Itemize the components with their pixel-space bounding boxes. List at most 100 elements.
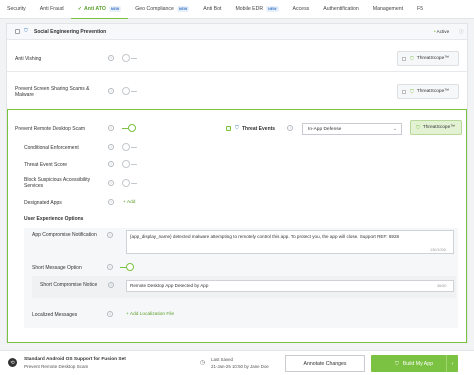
toggle-track [131, 164, 137, 165]
footer-title: Standard Android OS Support for Fusion S… [24, 357, 126, 362]
anti-vishing-label: Anti Vishing [15, 56, 42, 62]
app-compromise-text: {app_display_name} detected malware atte… [130, 234, 400, 239]
tab-security[interactable]: Security [0, 0, 33, 19]
build-my-app-button[interactable]: ⛉ Build My App › [371, 355, 458, 372]
toggle-track [131, 91, 137, 92]
app-compromise-counter: 130/1000 [430, 248, 446, 252]
short-compromise-text: Remote Desktop App Detected by App [130, 283, 209, 288]
select-value: In-App Defense [308, 126, 342, 132]
toggle-track [131, 147, 137, 148]
info-icon: i [108, 161, 114, 167]
tab-access[interactable]: Access [286, 0, 317, 19]
threatscope-checkbox[interactable] [402, 89, 406, 94]
remote-desktop-label: Prevent Remote Desktop Scam [15, 126, 86, 132]
info-icon: i [108, 88, 114, 94]
info-icon: i [108, 144, 114, 150]
shield-icon: ⛉ [416, 124, 420, 131]
shield-icon: ⛉ [235, 125, 239, 131]
info-icon: i [107, 311, 113, 317]
info-icon: i [108, 55, 114, 61]
info-icon: i [287, 125, 293, 131]
screen-sharing-label: Prevent Screen Sharing Scams & Malware [15, 86, 90, 98]
anti-vishing-threatscope-button[interactable]: ⛉ ThreatScope™ [397, 51, 459, 66]
tab-anti-bot[interactable]: Anti Bot [196, 0, 228, 19]
info-icon: i [108, 180, 114, 186]
history-icon: ◷ [200, 360, 206, 366]
info-icon: i [107, 232, 113, 238]
new-badge: NEW [108, 5, 122, 12]
section-checkbox[interactable] [15, 29, 20, 34]
conditional-enforcement-toggle[interactable] [122, 143, 130, 151]
threat-event-score-toggle[interactable] [122, 160, 130, 168]
tab-label: Geo Compliance [135, 6, 174, 12]
anti-vishing-toggle[interactable] [122, 54, 130, 62]
screen-sharing-toggle[interactable] [122, 87, 130, 95]
tab-label: Security [7, 6, 26, 12]
threatscope-label: ThreatScope™ [422, 125, 456, 130]
short-compromise-label: Short Compromise Notice [40, 282, 98, 288]
threat-events-checkbox[interactable] [226, 126, 231, 131]
shield-icon: ⛉ [410, 88, 414, 95]
block-accessibility-toggle[interactable] [122, 179, 130, 187]
tab-geo-compliance[interactable]: Geo Compliance NEW [128, 0, 196, 19]
section-title: Social Engineering Prevention [34, 29, 107, 35]
tab-label: Access [292, 6, 310, 12]
new-badge: NEW [266, 6, 279, 12]
tab-management[interactable]: Management [366, 0, 410, 19]
app-compromise-textarea[interactable]: {app_display_name} detected malware atte… [126, 230, 454, 254]
screen-sharing-threatscope-button[interactable]: ⛉ ThreatScope™ [397, 84, 459, 99]
new-badge: NEW [176, 6, 190, 12]
threatscope-checkbox[interactable] [402, 56, 406, 61]
annotate-changes-button[interactable]: Annotate Changes [285, 355, 365, 372]
remote-desktop-toggle[interactable] [128, 124, 136, 132]
status-badge: • Active [434, 29, 449, 34]
threat-events-select[interactable]: In-App Defense ⌄ [302, 123, 402, 135]
last-saved-label: Last Saved [211, 357, 233, 362]
tab-mobile-edr[interactable]: Mobile EDR NEW [228, 0, 285, 19]
build-label: Build My App [402, 360, 434, 367]
tab-authentification[interactable]: Authentification [316, 0, 365, 19]
info-icon: i [108, 199, 114, 205]
block-accessibility-label: Block Suspicious Accessibility Services [24, 177, 91, 189]
add-localization-file-link[interactable]: + Add Localization File [126, 312, 174, 317]
ux-options-title: User Experience Options [24, 216, 84, 222]
tab-label: Mobile EDR [235, 6, 264, 12]
settings-card: ⛉ Social Engineering Prevention • Active… [6, 23, 468, 343]
tab-bar: Security Anti Fraud ✓ Anti ATO NEW Geo Com… [0, 0, 474, 19]
check-icon: ✓ [77, 5, 83, 12]
shield-icon: ⛉ [410, 55, 414, 62]
shield-icon: ⛉ [24, 28, 28, 34]
short-compromise-block: Short Compromise Notice i Remote Desktop… [32, 276, 456, 298]
app-compromise-label: App Compromise Notification [32, 232, 97, 238]
tab-label: Anti Bot [203, 6, 222, 12]
designated-apps-label: Designated Apps [24, 200, 62, 206]
add-designated-app-link[interactable]: + Add [123, 200, 135, 205]
tab-label: Authentification [323, 6, 359, 12]
info-icon: ⓘ [459, 29, 464, 34]
annotate-label: Annotate Changes [303, 360, 347, 367]
footer-bar: ⟲ Standard Android OS Support for Fusion… [0, 350, 474, 375]
threat-event-score-label: Threat Event Score [24, 162, 68, 168]
info-icon: i [107, 264, 113, 270]
remote-desktop-threatscope-button[interactable]: ⛉ ThreatScope™ [410, 120, 462, 135]
toggle-track [131, 58, 137, 59]
threatscope-label: ThreatScope™ [416, 89, 450, 94]
chevron-down-icon: ⌄ [392, 126, 397, 132]
divider [7, 71, 467, 72]
tab-anti-fraud[interactable]: Anti Fraud [33, 0, 71, 19]
short-compromise-counter: 36/50 [437, 284, 447, 288]
info-icon: i [108, 125, 114, 131]
short-compromise-input[interactable]: Remote Desktop App Detected by App [126, 280, 454, 292]
tab-anti-ato[interactable]: ✓ Anti ATO NEW [70, 0, 129, 19]
status-text: Active [436, 29, 450, 34]
history-icon: ⟲ [8, 358, 17, 367]
app-compromise-block: App Compromise Notification i {app_displ… [24, 228, 458, 328]
tab-label: Management [372, 6, 404, 12]
check-icon: • [434, 29, 436, 34]
tab-f5[interactable]: F5 [410, 0, 423, 19]
localized-messages-label: Localized Messages [32, 312, 78, 318]
tab-label: Anti Fraud [39, 6, 64, 12]
tab-label: F5 [417, 6, 424, 12]
short-message-toggle[interactable] [126, 263, 134, 271]
last-saved-value: 21-Jan-25 10:50 by Jane Doe [211, 364, 269, 369]
